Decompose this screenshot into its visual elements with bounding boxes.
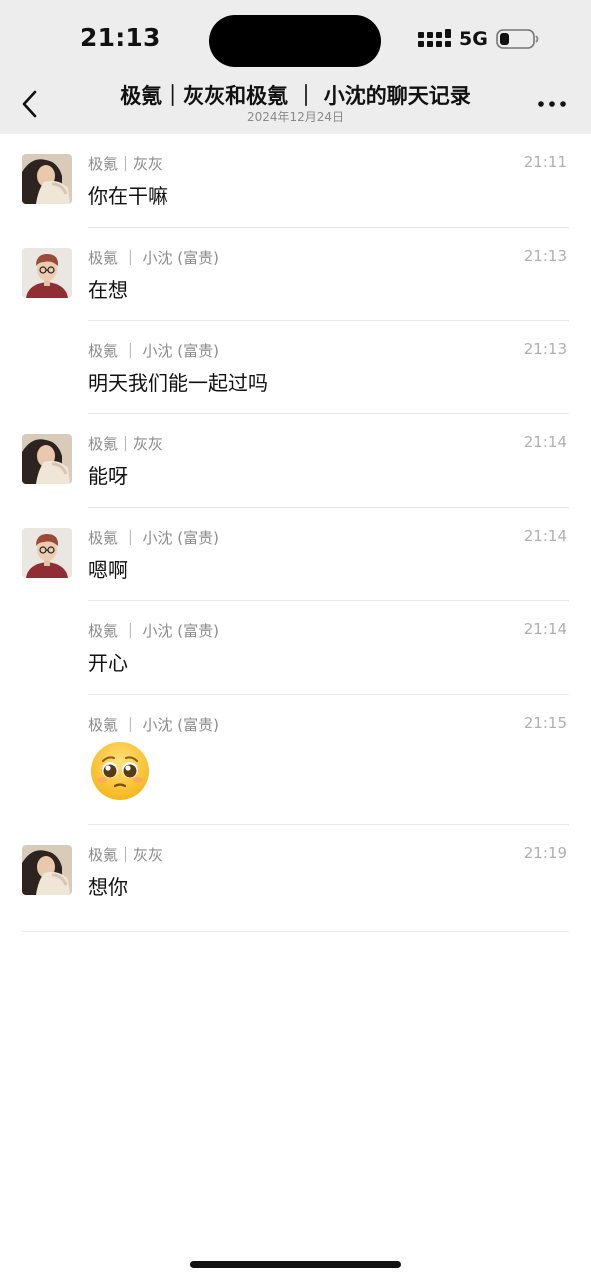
home-indicator[interactable] — [190, 1261, 401, 1268]
battery-icon — [496, 29, 539, 49]
female-avatar — [22, 845, 72, 895]
sender-name: 极氪 ｜ 小沈 (富贵) — [88, 622, 220, 640]
message-time: 21:11 — [523, 153, 567, 171]
male-avatar — [22, 248, 72, 298]
sender-name: 极氪｜灰灰 — [88, 846, 164, 864]
female-avatar — [22, 154, 72, 204]
end-of-history-divider — [22, 931, 569, 932]
message-text: 在想 — [88, 278, 128, 302]
message-text: 你在干嘛 — [88, 184, 168, 208]
page-date: 2024年12月24日 — [246, 110, 345, 124]
message-text: 开心 — [88, 651, 128, 675]
message-item[interactable]: 极氪 ｜ 小沈 (富贵) 21:13 明天我们能一起过吗 — [0, 321, 591, 414]
message-text: 想你 — [88, 875, 128, 899]
dynamic-island — [209, 15, 381, 67]
message-time: 21:14 — [523, 620, 567, 638]
message-time: 21:13 — [523, 247, 567, 265]
message-text: 明天我们能一起过吗 — [88, 371, 268, 395]
message-item[interactable]: 极氪 ｜ 小沈 (富贵) 21:13 在想 — [0, 228, 591, 321]
message-item[interactable]: 极氪 ｜ 小沈 (富贵) 21:14 开心 — [0, 601, 591, 695]
message-time: 21:19 — [523, 844, 567, 862]
female-avatar — [22, 434, 72, 484]
message-time: 21:14 — [523, 527, 567, 545]
message-item[interactable]: 极氪｜灰灰 21:19 想你 — [0, 825, 591, 915]
sender-name: 极氪 ｜ 小沈 (富贵) — [88, 342, 220, 360]
status-time: 21:13 — [80, 23, 161, 52]
message-list: 极氪｜灰灰 21:11 你在干嘛 极氪 ｜ 小沈 (富贵) 21:13 在想 极… — [0, 134, 591, 915]
pleading-face-emoji-icon — [91, 742, 149, 800]
sender-name: 极氪｜灰灰 — [88, 155, 164, 173]
message-item[interactable]: 极氪 ｜ 小沈 (富贵) 21:14 嗯啊 — [0, 508, 591, 601]
network-label: 5G — [459, 28, 488, 50]
message-item[interactable]: 极氪｜灰灰 21:11 你在干嘛 — [0, 134, 591, 228]
sender-name: 极氪 ｜ 小沈 (富贵) — [88, 249, 220, 267]
sender-name: 极氪 ｜ 小沈 (富贵) — [88, 529, 220, 547]
status-bar: 21:13 5G — [0, 0, 591, 80]
sender-name: 极氪｜灰灰 — [88, 435, 164, 453]
message-text: 能呀 — [88, 464, 128, 488]
header: 21:13 5G 极氪｜灰灰和极氪 ｜ 小沈的聊天记录 2024年12月24日 — [0, 0, 591, 134]
sender-name: 极氪 ｜ 小沈 (富贵) — [88, 716, 220, 734]
more-icon[interactable] — [536, 98, 568, 110]
message-text: 嗯啊 — [88, 558, 128, 582]
signal-icon — [418, 29, 451, 47]
back-icon[interactable] — [18, 86, 42, 122]
message-time: 21:13 — [523, 340, 567, 358]
male-avatar — [22, 528, 72, 578]
message-item[interactable]: 极氪｜灰灰 21:14 能呀 — [0, 414, 591, 508]
page-title: 极氪｜灰灰和极氪 ｜ 小沈的聊天记录 — [120, 84, 471, 108]
chat-history-page: 21:13 5G 极氪｜灰灰和极氪 ｜ 小沈的聊天记录 2024年12月24日 … — [0, 0, 591, 1280]
message-time: 21:14 — [523, 433, 567, 451]
nav-bar: 极氪｜灰灰和极氪 ｜ 小沈的聊天记录 2024年12月24日 — [0, 78, 591, 134]
message-time: 21:15 — [523, 714, 567, 732]
message-item[interactable]: 极氪 ｜ 小沈 (富贵) 21:15 — [0, 695, 591, 825]
